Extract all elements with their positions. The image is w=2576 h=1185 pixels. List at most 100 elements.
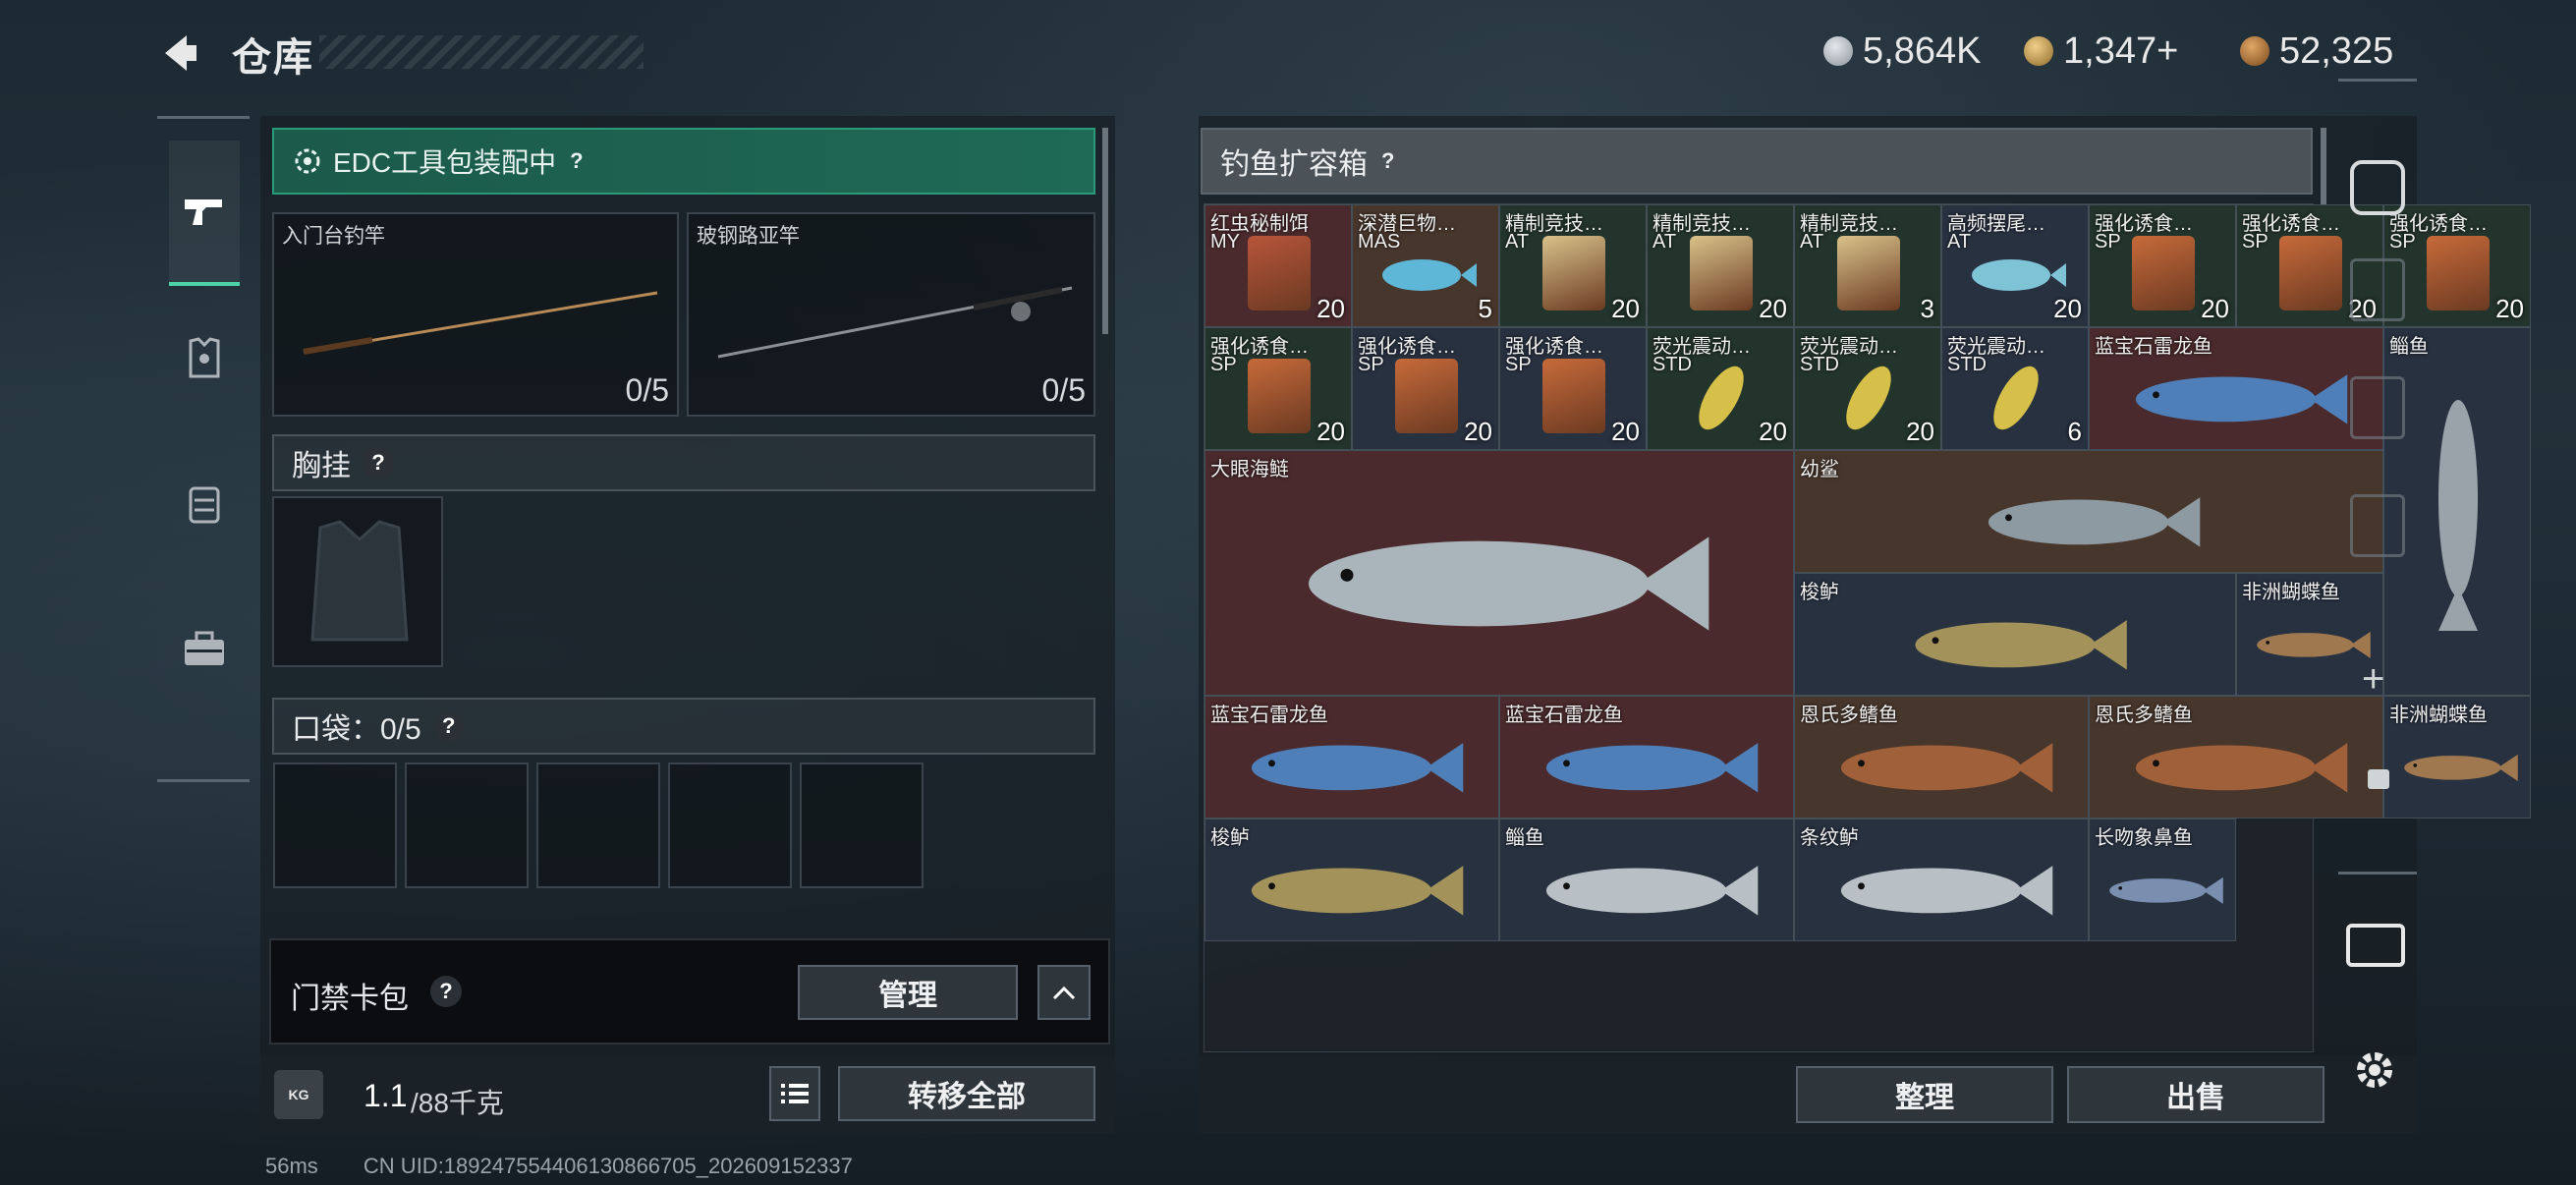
item-name: 大眼海鲢 <box>1210 459 1289 480</box>
pocket-slot-1[interactable] <box>273 762 397 888</box>
item-code: MAS <box>1358 231 1401 253</box>
box-item[interactable]: 精制竞技… AT 20 <box>1647 204 1794 327</box>
box-item[interactable]: 蓝宝石雷龙鱼 <box>1499 696 1794 818</box>
rod-slot-count: 0/5 <box>1041 372 1086 408</box>
box-item[interactable]: 梭鲈 <box>1794 573 2236 696</box>
title-decoration <box>319 35 644 69</box>
settings-gear-icon[interactable] <box>2352 1047 2397 1093</box>
tab-backpack[interactable] <box>169 431 240 577</box>
box-action-bar: 整理 出售 <box>1199 1056 2417 1133</box>
ping-text: 56ms <box>265 1154 318 1178</box>
item-code: SP <box>1505 354 1532 375</box>
rod-slot-count: 0/5 <box>625 372 669 408</box>
box-item[interactable]: 梭鲈 <box>1204 818 1499 941</box>
box-item[interactable]: 高频摆尾… AT 20 <box>1941 204 2089 327</box>
container-iv-3-icon[interactable] <box>2350 494 2405 557</box>
page-title: 仓库 <box>232 36 314 80</box>
fishing-rod-image <box>303 291 658 355</box>
help-icon[interactable]: ? <box>1381 148 1394 174</box>
container-iv-icon[interactable] <box>2350 258 2405 321</box>
box-item[interactable]: 深潜巨物… MAS 5 <box>1352 204 1499 327</box>
list-icon <box>781 1084 809 1103</box>
manage-button[interactable]: 管理 <box>798 965 1018 1020</box>
box-item[interactable]: 大眼海鲢 <box>1204 450 1794 696</box>
fish-image <box>1309 536 1709 631</box>
list-view-button[interactable] <box>769 1066 820 1121</box>
bait-bag-image <box>1542 235 1605 310</box>
pocket-header: 口袋：0/5 ? <box>272 698 1095 755</box>
box-item[interactable]: 荧光震动… STD 20 <box>1794 327 1941 450</box>
fish-image <box>1840 866 2053 916</box>
box-item[interactable]: 强化诱食… SP 20 <box>1204 327 1352 450</box>
spoon-lure-image <box>1699 366 1744 429</box>
help-icon[interactable]: ? <box>432 710 465 742</box>
bait-bag-image <box>2132 235 2195 310</box>
box-item[interactable]: 恩氏多鳍鱼 <box>1794 696 2089 818</box>
right-container-bar: + <box>2338 79 2417 875</box>
rod-slot-2[interactable]: 玻钢路亚竿 0/5 <box>687 212 1095 417</box>
pocket-slot-4[interactable] <box>668 762 792 888</box>
box-item[interactable]: 鲻鱼 <box>1499 818 1794 941</box>
help-icon[interactable]: ? <box>570 148 583 174</box>
safe-box-icon[interactable] <box>2350 160 2405 215</box>
pocket-slot-5[interactable] <box>800 762 924 888</box>
left-scrollbar[interactable] <box>1102 128 1108 334</box>
bronze-coin-icon <box>2240 36 2269 66</box>
sort-button[interactable]: 整理 <box>1796 1066 2053 1123</box>
box-item[interactable]: 蓝宝石雷龙鱼 <box>1204 696 1499 818</box>
weight-value: 1.1 <box>364 1078 408 1113</box>
item-name: 恩氏多鳍鱼 <box>1800 705 1898 726</box>
item-code: SP <box>2242 231 2268 253</box>
box-item[interactable]: 长吻象鼻鱼 <box>2089 818 2236 941</box>
item-name: 条纹鲈 <box>1800 827 1859 849</box>
box-item[interactable]: 荧光震动… STD 20 <box>1647 327 1794 450</box>
box-item[interactable]: 强化诱食… SP 20 <box>2089 204 2236 327</box>
bait-bag-image <box>1690 235 1753 310</box>
item-code: MY <box>1210 231 1240 253</box>
help-icon[interactable]: ? <box>363 447 394 479</box>
tab-armor[interactable] <box>169 286 240 431</box>
box-item[interactable]: 精制竞技… AT 20 <box>1499 204 1647 327</box>
chest-rig-slot[interactable] <box>272 496 443 667</box>
tab-toolbox[interactable] <box>169 577 240 722</box>
rod-slot-1[interactable]: 入门台钓竿 0/5 <box>272 212 679 417</box>
chest-rig-header: 胸挂 ? <box>272 434 1095 491</box>
box-item[interactable]: 强化诱食… SP 20 <box>1499 327 1647 450</box>
container-iv-2-icon[interactable] <box>2350 376 2405 439</box>
transfer-all-button[interactable]: 转移全部 <box>838 1066 1095 1121</box>
collapse-button[interactable] <box>1037 965 1091 1020</box>
item-count: 20 <box>1611 294 1640 323</box>
item-code: STD <box>1947 354 1987 375</box>
box-item[interactable]: 条纹鲈 <box>1794 818 2089 941</box>
fish-image <box>1251 866 1464 916</box>
box-item[interactable]: 荧光震动… STD 6 <box>1941 327 2089 450</box>
sell-button[interactable]: 出售 <box>2067 1066 2324 1123</box>
box-item[interactable]: 红虫秘制饵 MY 20 <box>1204 204 1352 327</box>
spoon-lure-image <box>1993 366 2039 429</box>
item-count: 20 <box>1759 294 1787 323</box>
fish-image <box>1840 743 2053 793</box>
lure-rod-image <box>717 286 1073 359</box>
item-count: 20 <box>1464 417 1492 446</box>
help-icon[interactable]: ? <box>430 976 462 1007</box>
currency-bronze-value: 52,325 <box>2279 29 2394 72</box>
item-name: 恩氏多鳍鱼 <box>2095 705 2193 726</box>
add-container-icon[interactable]: + <box>2362 657 2384 702</box>
item-name: 梭鲈 <box>1210 827 1250 849</box>
inventory-grid-icon[interactable] <box>2346 924 2405 967</box>
box-item[interactable]: 精制竞技… AT 3 <box>1794 204 1941 327</box>
pocket-slot-2[interactable] <box>405 762 529 888</box>
item-count: 20 <box>1611 417 1640 446</box>
item-name: 梭鲈 <box>1800 582 1839 603</box>
edc-status-bar[interactable]: EDC工具包装配中 ? <box>272 128 1095 195</box>
back-arrow-icon[interactable] <box>157 29 204 77</box>
pocket-slot-3[interactable] <box>536 762 660 888</box>
tab-weapons[interactable] <box>169 141 240 286</box>
box-item[interactable]: 幼鲨 <box>1794 450 2383 573</box>
item-count: 20 <box>1906 417 1934 446</box>
fish-image <box>1914 620 2127 670</box>
fish-image <box>1545 743 1759 793</box>
weight-bar: KG 1.1 /88千克 转移全部 <box>260 1056 1115 1133</box>
keycard-pack-title: 门禁卡包 <box>291 983 409 1015</box>
box-item[interactable]: 强化诱食… SP 20 <box>1352 327 1499 450</box>
